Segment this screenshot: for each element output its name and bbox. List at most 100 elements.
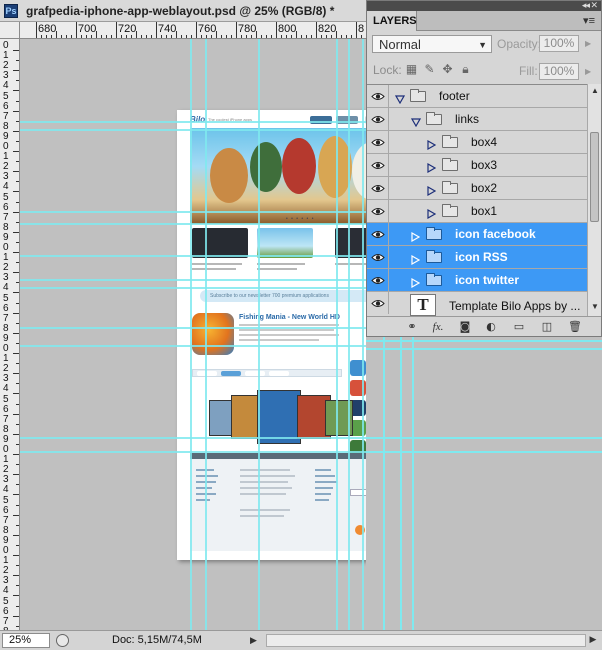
- folder-icon: [426, 227, 442, 240]
- ruler-label: 5: [3, 494, 9, 506]
- layer-name: box1: [471, 204, 498, 218]
- fill-slider-arrow-icon[interactable]: ▶: [585, 67, 591, 76]
- panel-header-strip[interactable]: ◂◂ ✕: [367, 0, 601, 11]
- visibility-eye-icon[interactable]: [367, 223, 389, 245]
- guide-line[interactable]: [20, 287, 366, 289]
- guide-line[interactable]: [20, 223, 366, 225]
- folder-icon: [426, 250, 442, 263]
- layer-row-template-bilo-apps-by[interactable]: T Template Bilo Apps by ...: [367, 292, 587, 316]
- expand-right-icon[interactable]: [427, 183, 437, 197]
- opacity-field[interactable]: 100%: [539, 35, 579, 52]
- lock-transparency-icon[interactable]: ▦: [405, 63, 418, 76]
- fill-field[interactable]: 100%: [539, 63, 579, 80]
- new-group-icon[interactable]: ▭: [511, 320, 527, 334]
- guide-line[interactable]: [400, 337, 402, 630]
- panel-tab-row: LAYERS ▾≡: [367, 11, 601, 31]
- layer-row-box3[interactable]: box3: [367, 154, 587, 177]
- guide-line[interactable]: [20, 437, 366, 439]
- document-tab[interactable]: Ps grafpedia-iphone-app-weblayout.psd @ …: [0, 0, 366, 22]
- expand-right-icon[interactable]: [411, 275, 421, 289]
- guide-line[interactable]: [412, 337, 414, 630]
- expand-right-icon[interactable]: [427, 137, 437, 151]
- ruler-label: 740: [158, 23, 177, 35]
- ruler-label: 4: [3, 484, 9, 496]
- panel-menu-icon[interactable]: ▾≡: [583, 14, 595, 27]
- blend-mode-select[interactable]: Normal ▼: [372, 35, 492, 53]
- add-mask-icon[interactable]: ◙: [457, 320, 473, 334]
- link-layers-icon[interactable]: ⚭: [403, 320, 421, 334]
- scroll-up-icon[interactable]: ▲: [591, 86, 599, 95]
- layer-row-box2[interactable]: box2: [367, 177, 587, 200]
- layer-row-links[interactable]: links: [367, 108, 587, 131]
- new-layer-icon[interactable]: ◫: [539, 320, 555, 334]
- layer-row-icon-facebook[interactable]: icon facebook: [367, 223, 587, 246]
- guide-line[interactable]: [20, 129, 366, 131]
- horizontal-scrollbar[interactable]: [266, 634, 586, 647]
- scroll-thumb[interactable]: [590, 132, 599, 222]
- visibility-eye-icon[interactable]: [367, 85, 389, 107]
- zoom-field[interactable]: 25%: [2, 633, 50, 648]
- layer-row-box1[interactable]: box1: [367, 200, 587, 223]
- visibility-eye-icon[interactable]: [367, 269, 389, 291]
- expand-right-icon[interactable]: [411, 252, 421, 266]
- guide-line[interactable]: [205, 39, 207, 630]
- expand-right-icon[interactable]: [427, 206, 437, 220]
- layers-scrollbar[interactable]: ▲ ▼: [587, 84, 601, 316]
- guide-line[interactable]: [383, 337, 385, 630]
- status-bar: 25% Doc: 5,15M/74,5M ▶ ▶: [0, 630, 602, 650]
- expand-down-icon[interactable]: [410, 114, 422, 128]
- status-menu-icon[interactable]: [56, 634, 69, 647]
- lock-all-icon[interactable]: 🔒︎: [459, 63, 472, 76]
- expand-down-icon[interactable]: [394, 91, 406, 105]
- guide-line[interactable]: [20, 279, 366, 281]
- guide-line[interactable]: [20, 211, 366, 213]
- guide-line[interactable]: [20, 327, 366, 329]
- guide-line[interactable]: [190, 39, 192, 630]
- lock-position-icon[interactable]: ✥: [441, 63, 454, 76]
- guide-line[interactable]: [336, 39, 338, 630]
- folder-icon: [410, 89, 426, 102]
- guide-line[interactable]: [258, 39, 260, 630]
- layer-name: links: [455, 112, 480, 126]
- layer-row-icon-rss[interactable]: icon RSS: [367, 246, 587, 269]
- layer-row-box4[interactable]: box4: [367, 131, 587, 154]
- guide-line[interactable]: [20, 255, 366, 257]
- layer-row-icon-twitter[interactable]: icon twitter: [367, 269, 587, 292]
- visibility-eye-icon[interactable]: [367, 200, 389, 222]
- expand-right-icon[interactable]: [411, 229, 421, 243]
- visibility-eye-icon[interactable]: [367, 246, 389, 268]
- vertical-ruler[interactable]: 0123456789012345678901234567890123456789…: [0, 39, 20, 630]
- text-layer-thumbnail: T: [410, 294, 436, 316]
- fx-icon[interactable]: fx.: [429, 320, 447, 334]
- ruler-label: 760: [198, 23, 217, 35]
- horizontal-ruler[interactable]: 680 700 720 740 760 780 800 820 8: [20, 22, 366, 39]
- guide-line[interactable]: [348, 39, 350, 630]
- visibility-eye-icon[interactable]: [367, 154, 389, 176]
- layer-name: Template Bilo Apps by ...: [449, 299, 581, 313]
- adjustment-layer-icon[interactable]: ◐: [483, 320, 499, 334]
- guide-line[interactable]: [20, 121, 366, 123]
- guide-line[interactable]: [362, 39, 364, 630]
- ruler-origin[interactable]: [0, 22, 20, 39]
- scroll-down-icon[interactable]: ▼: [591, 302, 599, 311]
- app-thumbnail: [192, 228, 248, 258]
- expand-right-icon[interactable]: [427, 160, 437, 174]
- canvas-area[interactable]: Bilo The coolest iPhone apps • • • • • •: [20, 39, 366, 630]
- visibility-eye-icon[interactable]: [367, 108, 389, 130]
- scroll-right-icon[interactable]: ▶: [586, 634, 600, 647]
- app-category-tabs: [192, 369, 342, 377]
- lock-image-icon[interactable]: ✎: [423, 63, 436, 76]
- trash-icon[interactable]: 🗑︎: [567, 320, 583, 334]
- status-info-arrow-icon[interactable]: ▶: [250, 635, 257, 646]
- ruler-label: 4: [3, 80, 9, 92]
- visibility-eye-icon[interactable]: [367, 177, 389, 199]
- collapse-panel-icon[interactable]: ◂◂ ✕: [582, 0, 598, 11]
- visibility-eye-icon[interactable]: [367, 131, 389, 153]
- layer-row-footer[interactable]: footer: [367, 85, 587, 108]
- featured-app-title: Fishing Mania - New World HD: [239, 314, 340, 321]
- opacity-slider-arrow-icon[interactable]: ▶: [585, 39, 591, 48]
- visibility-eye-icon[interactable]: [367, 292, 389, 314]
- guide-line[interactable]: [20, 345, 366, 347]
- tab-layers[interactable]: LAYERS: [367, 11, 417, 31]
- guide-line[interactable]: [20, 451, 366, 453]
